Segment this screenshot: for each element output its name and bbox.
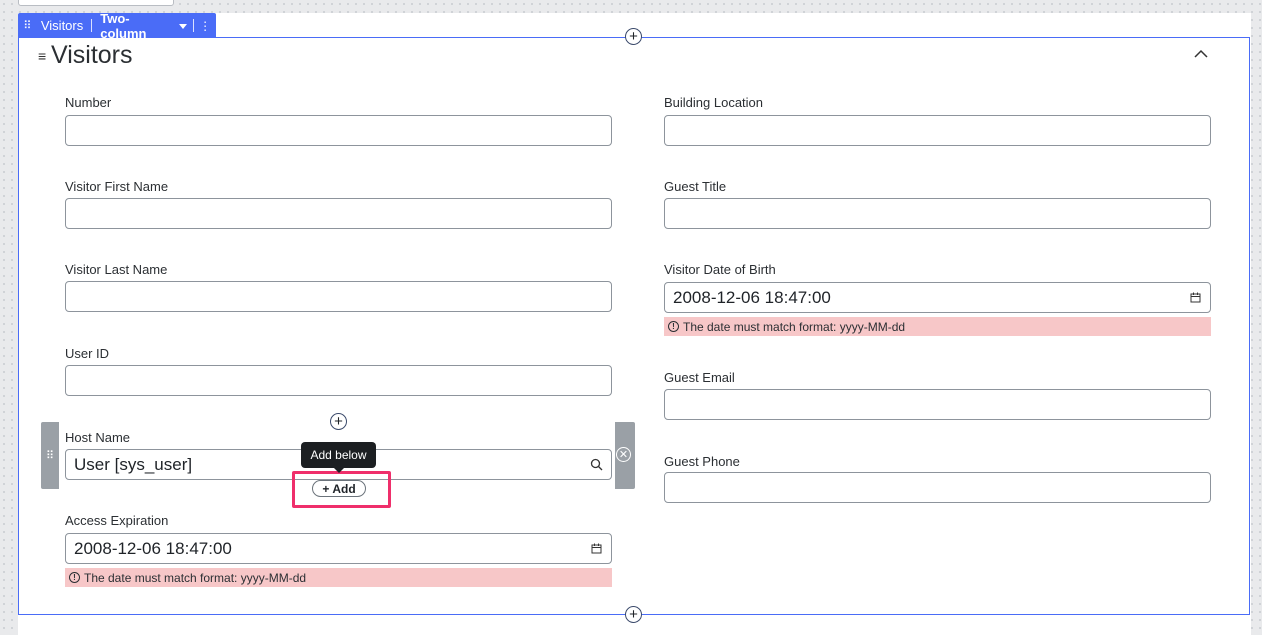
- field-drag-handle-icon[interactable]: ⠿: [46, 449, 54, 462]
- access-expiration-value: 2008-12-06 18:47:00: [74, 538, 232, 558]
- number-input[interactable]: [65, 115, 612, 146]
- access-expiration-error-text: The date must match format: yyyy-MM-dd: [84, 570, 307, 585]
- previous-section-edge: [18, 0, 174, 6]
- access-expiration-error: ! The date must match format: yyyy-MM-dd: [65, 568, 612, 587]
- add-below-tooltip: Add below: [301, 442, 376, 473]
- add-section-above-icon[interactable]: +: [625, 28, 642, 45]
- field-label-building-location: Building Location: [664, 95, 764, 110]
- field-label-guest-phone: Guest Phone: [664, 454, 740, 469]
- user-id-input[interactable]: [65, 365, 612, 396]
- drag-handle-icon[interactable]: ⠿: [18, 19, 36, 32]
- layout-dropdown-label: Two-column: [100, 10, 147, 41]
- field-label-guest-title: Guest Title: [664, 179, 727, 194]
- visitor-date-of-birth-value: 2008-12-06 18:47:00: [673, 287, 831, 307]
- visitor-first-name-input[interactable]: [65, 198, 612, 229]
- building-location-input[interactable]: [664, 115, 1211, 146]
- plus-icon: +: [322, 481, 330, 496]
- access-expiration-input[interactable]: 2008-12-06 18:47:00: [65, 533, 612, 564]
- section-menu-icon[interactable]: ≡: [38, 48, 46, 64]
- calendar-icon[interactable]: [589, 542, 603, 556]
- remove-field-icon[interactable]: ✕: [616, 447, 631, 462]
- add-button[interactable]: + Add: [312, 480, 366, 497]
- calendar-icon[interactable]: [1188, 291, 1202, 305]
- caret-down-icon: [179, 24, 188, 29]
- section-title: Visitors: [51, 41, 133, 69]
- guest-email-input[interactable]: [664, 389, 1211, 420]
- layout-dropdown[interactable]: Two-column: [92, 11, 193, 41]
- section-toolbar-title: Visitors: [40, 18, 84, 33]
- visitor-date-of-birth-input[interactable]: 2008-12-06 18:47:00: [664, 282, 1211, 313]
- field-label-visitor-date-of-birth: Visitor Date of Birth: [664, 262, 776, 277]
- add-field-above-icon[interactable]: +: [330, 413, 347, 430]
- visitor-date-of-birth-error-text: The date must match format: yyyy-MM-dd: [683, 319, 906, 334]
- field-label-number: Number: [65, 95, 112, 110]
- guest-phone-input[interactable]: [664, 472, 1211, 503]
- add-button-label: Add: [332, 481, 356, 496]
- field-label-access-expiration: Access Expiration: [65, 513, 169, 528]
- error-icon: !: [69, 572, 80, 583]
- collapse-chevron-up-icon[interactable]: [1193, 47, 1209, 61]
- add-section-below-icon[interactable]: +: [625, 606, 642, 623]
- guest-title-input[interactable]: [664, 198, 1211, 229]
- error-icon: !: [668, 321, 679, 332]
- field-label-user-id: User ID: [65, 346, 110, 361]
- visitor-date-of-birth-error: ! The date must match format: yyyy-MM-dd: [664, 317, 1211, 336]
- section-toolbar: ⠿ Visitors Two-column ⋮: [18, 11, 216, 41]
- more-options-icon[interactable]: ⋮: [194, 19, 216, 33]
- field-label-visitor-first-name: Visitor First Name: [65, 179, 169, 194]
- field-label-host-name: Host Name: [65, 430, 131, 445]
- search-icon[interactable]: [589, 458, 603, 472]
- visitor-last-name-input[interactable]: [65, 281, 612, 312]
- field-label-guest-email: Guest Email: [664, 370, 735, 385]
- field-label-visitor-last-name: Visitor Last Name: [65, 262, 168, 277]
